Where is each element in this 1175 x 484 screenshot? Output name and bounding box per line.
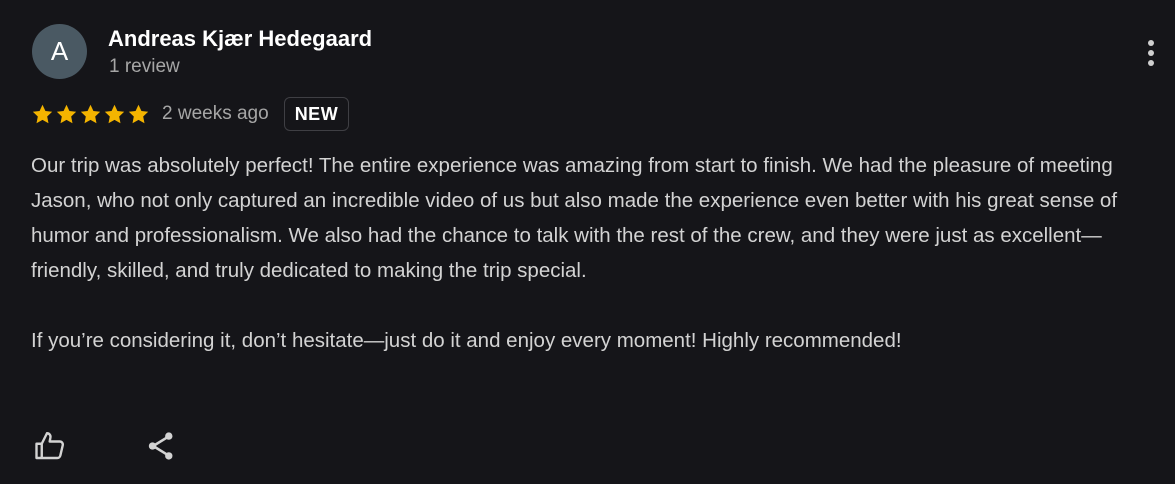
review-text: Our trip was absolutely perfect! The ent… (31, 148, 1141, 358)
star-icon (56, 104, 77, 123)
star-rating (31, 103, 150, 126)
author-review-count: 1 review (109, 56, 180, 77)
more-options-button[interactable] (1138, 36, 1164, 70)
avatar-letter: A (50, 36, 69, 66)
star-icon (128, 104, 149, 123)
review-paragraph: If you’re considering it, don’t hesitate… (31, 329, 902, 352)
star-icon (80, 104, 101, 123)
thumbs-up-icon[interactable] (32, 428, 68, 464)
more-vertical-icon-dot (1148, 60, 1154, 66)
more-vertical-icon (1148, 40, 1154, 46)
share-icon[interactable] (144, 429, 178, 463)
star-icon (104, 104, 125, 123)
review-card: A Andreas Kjær Hedegaard 1 review 2 week… (0, 0, 1175, 484)
rating-row: 2 weeks ago NEW (31, 96, 350, 132)
new-badge: NEW (283, 97, 350, 131)
author-name[interactable]: Andreas Kjær Hedegaard (108, 26, 372, 52)
review-paragraph: Our trip was absolutely perfect! The ent… (31, 154, 1118, 282)
more-vertical-icon-dot (1148, 50, 1154, 56)
star-icon (32, 104, 53, 123)
avatar[interactable]: A (32, 24, 87, 79)
review-date: 2 weeks ago (162, 103, 269, 124)
